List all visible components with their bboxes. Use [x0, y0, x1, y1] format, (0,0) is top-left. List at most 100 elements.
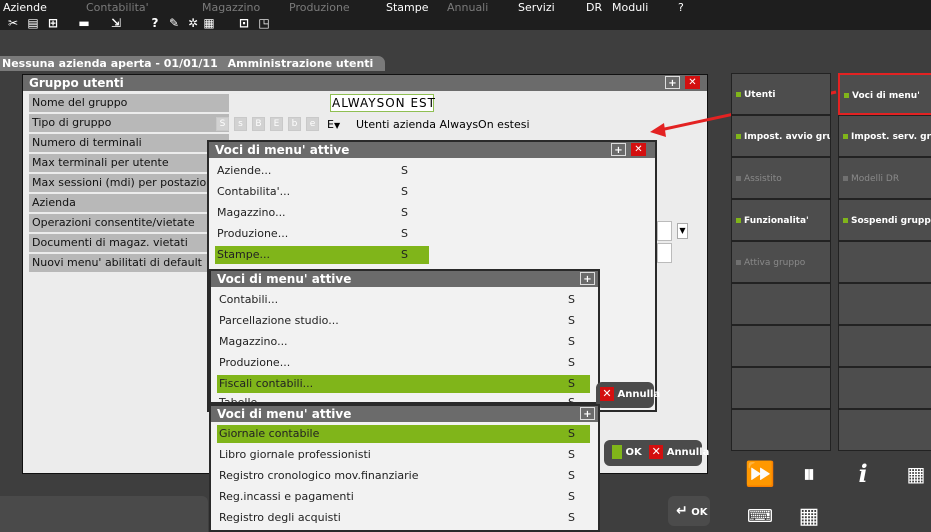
- list-item[interactable]: Contabili...: [217, 291, 278, 309]
- maximize-icon[interactable]: +: [580, 272, 595, 285]
- annulla-button[interactable]: ✕ Annulla: [645, 445, 710, 459]
- item-label: Tabelle: [219, 396, 258, 404]
- button-label: Impost. serv. gruppo: [851, 132, 931, 142]
- button-label: Assistito: [744, 174, 782, 184]
- button-label: Funzionalita': [744, 216, 809, 226]
- list-item[interactable]: Contabilita'...: [215, 183, 290, 201]
- fast-forward-icon[interactable]: ⏩: [737, 452, 783, 496]
- keypad-icon[interactable]: ▦: [786, 495, 832, 532]
- menu-popup: Voci di menu' attive + Giornale contabil…: [209, 404, 600, 532]
- list-item[interactable]: Magazzino...: [215, 204, 286, 222]
- item-label: Magazzino...: [217, 206, 286, 219]
- item-label: Registro degli acquisti: [219, 511, 341, 524]
- bottom-bar: [0, 496, 208, 532]
- annulla-button[interactable]: ✕ Annulla: [596, 382, 660, 408]
- list-item[interactable]: Produzione...: [215, 225, 288, 243]
- attiva-gruppo-button[interactable]: Attiva gruppo: [731, 241, 831, 283]
- item-value: S: [568, 469, 575, 482]
- impost-serv-button[interactable]: Impost. serv. gruppo: [838, 115, 931, 157]
- item-label: Parcellazione studio...: [219, 314, 339, 327]
- popup-title: Voci di menu' attive: [209, 142, 655, 158]
- enter-icon: ↵: [676, 503, 688, 519]
- voci-di-menu-button[interactable]: Voci di menu': [838, 73, 931, 115]
- empty-button: [838, 409, 931, 451]
- list-item[interactable]: Parcellazione studio...: [217, 312, 339, 330]
- item-value: S: [568, 511, 575, 524]
- item-value: S: [568, 335, 575, 348]
- item-label: Contabilita'...: [217, 185, 291, 198]
- item-value: S: [568, 427, 575, 440]
- item-value: S: [401, 164, 408, 177]
- keyboard-icon[interactable]: ⌨: [737, 495, 783, 532]
- info-icon[interactable]: i: [840, 452, 886, 496]
- button-label: Voci di menu': [852, 91, 920, 101]
- funzionalita-button[interactable]: Funzionalita': [731, 199, 831, 241]
- empty-button: [838, 283, 931, 325]
- empty-button: [731, 409, 831, 451]
- list-item[interactable]: Magazzino...: [217, 333, 288, 351]
- item-label: Fiscali contabili...: [219, 377, 314, 390]
- ok-bottom-button[interactable]: ↵ OK: [668, 496, 710, 526]
- button-label: Attiva gruppo: [744, 258, 806, 268]
- maximize-icon[interactable]: +: [580, 407, 595, 420]
- item-label: Produzione...: [219, 356, 291, 369]
- sospendi-gruppo-button[interactable]: Sospendi gruppo: [838, 199, 931, 241]
- list-item[interactable]: Produzione...: [217, 354, 290, 372]
- modelli-dr-button[interactable]: Modelli DR: [838, 157, 931, 199]
- bullet-icon: [736, 218, 741, 223]
- maximize-icon[interactable]: +: [611, 143, 626, 156]
- item-value: S: [568, 490, 575, 503]
- empty-button: [838, 241, 931, 283]
- button-label: Sospendi gruppo: [851, 216, 931, 226]
- impost-avvio-button[interactable]: Impost. avvio gruppo: [731, 115, 831, 157]
- empty-button: [838, 325, 931, 367]
- button-label: Annulla: [617, 389, 661, 400]
- item-value: S: [568, 448, 575, 461]
- utenti-button[interactable]: Utenti: [731, 73, 831, 115]
- button-label: Annulla: [666, 447, 710, 458]
- close-icon[interactable]: ✕: [631, 143, 646, 156]
- empty-button: [838, 367, 931, 409]
- empty-button: [731, 325, 831, 367]
- item-label: Stampe...: [217, 248, 270, 261]
- bullet-icon: [736, 134, 741, 139]
- item-value: S: [568, 293, 575, 306]
- item-value: S: [401, 227, 408, 240]
- bullet-icon: [843, 218, 848, 223]
- empty-button: [731, 367, 831, 409]
- list-item[interactable]: Tabelle: [217, 394, 258, 404]
- button-label: Modelli DR: [851, 174, 900, 184]
- popup-title: Voci di menu' attive: [211, 406, 598, 422]
- bullet-icon: [736, 92, 741, 97]
- item-label: Aziende...: [217, 164, 272, 177]
- ok-button[interactable]: OK: [604, 445, 642, 459]
- list-item-selected[interactable]: Fiscali contabili...: [217, 375, 590, 393]
- list-item-selected[interactable]: Giornale contabile: [217, 425, 590, 443]
- list-item[interactable]: Registro degli acquisti: [217, 509, 341, 527]
- bullet-icon: [844, 93, 849, 98]
- bullet-icon: [736, 260, 741, 265]
- list-item[interactable]: Registro cronologico mov.finanziarie: [217, 467, 419, 485]
- close-icon: ✕: [649, 445, 664, 459]
- menu-popup: Voci di menu' attive + Contabili... S Pa…: [209, 269, 600, 404]
- bullet-icon: [843, 134, 848, 139]
- close-icon: ✕: [600, 387, 614, 401]
- list-item[interactable]: Libro giornale professionisti: [217, 446, 371, 464]
- button-label: OK: [691, 507, 708, 518]
- button-label: Utenti: [744, 90, 776, 100]
- pause-icon[interactable]: ⏸: [786, 452, 832, 496]
- assistito-button[interactable]: Assistito: [731, 157, 831, 199]
- button-label: OK: [625, 447, 642, 458]
- list-item-selected[interactable]: Stampe...: [215, 246, 429, 264]
- ok-annulla-group: OK ✕ Annulla: [604, 440, 709, 466]
- list-item[interactable]: Reg.incassi e pagamenti: [217, 488, 354, 506]
- side-panel: Utenti Voci di menu' Impost. avvio grupp…: [731, 70, 931, 460]
- calculator-icon[interactable]: ▦: [893, 452, 931, 496]
- list-item[interactable]: Aziende...: [215, 162, 271, 180]
- item-value: S: [401, 185, 408, 198]
- item-label: Registro cronologico mov.finanziarie: [219, 469, 419, 482]
- app-window: Aziende Contabilita' Magazzino Produzion…: [0, 0, 931, 532]
- empty-button: [731, 283, 831, 325]
- item-value: S: [568, 314, 575, 327]
- item-label: Libro giornale professionisti: [219, 448, 371, 461]
